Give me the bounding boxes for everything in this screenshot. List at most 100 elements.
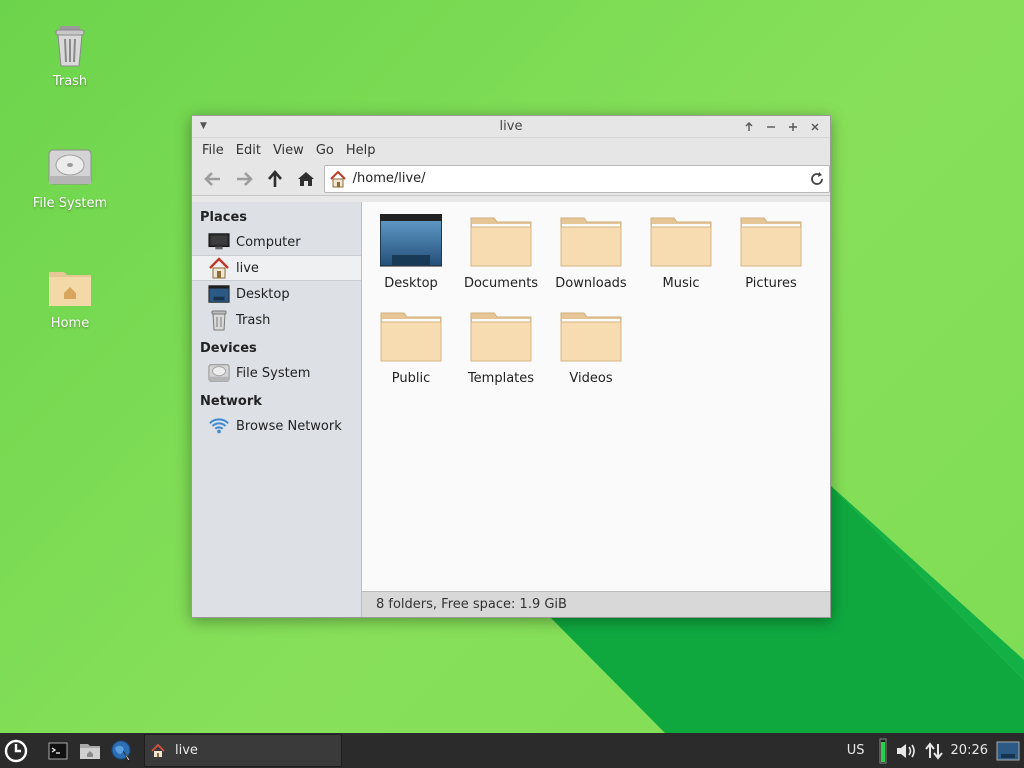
home-button[interactable]: [291, 164, 322, 194]
file-item-public[interactable]: Public: [366, 309, 456, 396]
arrow-left-icon: [204, 171, 221, 186]
battery-indicator[interactable]: [875, 733, 891, 768]
terminal-launcher[interactable]: [42, 733, 74, 768]
sidebar-item-label: Browse Network: [236, 418, 342, 434]
maximize-icon: [789, 123, 797, 131]
folder-icon: [740, 217, 802, 267]
web-browser-launcher[interactable]: [106, 733, 138, 768]
file-view[interactable]: Desktop Documents Downloads Music Pictur…: [362, 202, 830, 617]
drive-icon: [48, 149, 92, 185]
menu-help[interactable]: Help: [340, 143, 382, 158]
menubar: File Edit View Go Help: [192, 138, 830, 162]
file-item-pictures[interactable]: Pictures: [726, 214, 816, 301]
reload-icon: [811, 171, 823, 185]
menu-go[interactable]: Go: [310, 143, 340, 158]
menu-edit[interactable]: Edit: [230, 143, 267, 158]
show-desktop-icon: [996, 741, 1020, 760]
file-item-documents[interactable]: Documents: [456, 214, 546, 301]
folder-icon: [650, 217, 712, 267]
sidebar: Places Computer live Desktop Trash Devic…: [192, 202, 362, 617]
network-indicator[interactable]: [921, 733, 947, 768]
file-item-music[interactable]: Music: [636, 214, 726, 301]
desktop-icon-file-system[interactable]: File System: [20, 144, 120, 211]
home-icon: [151, 743, 165, 757]
close-icon: [811, 123, 819, 131]
sidebar-item-browse-network[interactable]: Browse Network: [192, 413, 361, 439]
sidebar-item-label: Desktop: [236, 286, 290, 302]
sidebar-heading-network: Network: [200, 394, 262, 409]
show-desktop-button[interactable]: [992, 733, 1024, 768]
sidebar-item-file-system[interactable]: File System: [192, 360, 361, 386]
sidebar-item-label: Trash: [236, 312, 271, 328]
sidebar-item-desktop[interactable]: Desktop: [192, 281, 361, 307]
taskbar-window-button[interactable]: live: [144, 734, 342, 767]
sidebar-item-label: Computer: [236, 234, 301, 250]
file-item-desktop[interactable]: Desktop: [366, 214, 456, 301]
app-menu-button[interactable]: [0, 733, 32, 768]
arrow-right-icon: [237, 171, 254, 186]
trash-icon: [211, 310, 227, 331]
folder-icon: [380, 312, 442, 362]
sidebar-item-computer[interactable]: Computer: [192, 229, 361, 255]
computer-icon: [208, 233, 230, 250]
taskbar-window-label: live: [175, 743, 198, 758]
file-item-videos[interactable]: Videos: [546, 309, 636, 396]
network-transfer-icon: [924, 741, 943, 760]
folder-icon: [470, 217, 532, 267]
maximize-button[interactable]: [784, 118, 802, 136]
sidebar-item-trash[interactable]: Trash: [192, 307, 361, 333]
desktop-icon-trash[interactable]: Trash: [20, 22, 120, 89]
taskbar: live US 20:26: [0, 733, 1024, 768]
desktop-icon: [208, 285, 230, 303]
sidebar-heading-places: Places: [200, 210, 248, 225]
desktop-icon-label: Trash: [52, 74, 88, 89]
file-item-label: Downloads: [555, 276, 627, 291]
volume-control[interactable]: [891, 733, 921, 768]
file-manager-window: ▼ live File Edit View Go Help /home/live…: [191, 115, 831, 618]
system-tray: US 20:26: [843, 733, 1024, 768]
folder-icon: [560, 312, 622, 362]
menu-file[interactable]: File: [196, 143, 230, 158]
file-item-label: Templates: [467, 371, 535, 386]
home-icon: [209, 257, 229, 279]
desktop-icon-home[interactable]: Home: [20, 264, 120, 331]
trash-icon: [55, 26, 85, 67]
parent-folder-button[interactable]: [260, 164, 291, 194]
folder-icon: [470, 312, 532, 362]
back-button[interactable]: [198, 164, 229, 194]
file-manager-launcher[interactable]: [74, 733, 106, 768]
file-item-templates[interactable]: Templates: [456, 309, 546, 396]
network-icon: [209, 418, 229, 434]
file-item-label: Documents: [463, 276, 539, 291]
file-item-downloads[interactable]: Downloads: [546, 214, 636, 301]
file-item-label: Desktop: [384, 276, 438, 291]
close-button[interactable]: [806, 118, 824, 136]
file-item-label: Videos: [569, 371, 613, 386]
keep-above-button[interactable]: [740, 118, 758, 136]
location-bar[interactable]: /home/live/: [323, 164, 831, 193]
sidebar-item-live[interactable]: live: [192, 255, 361, 281]
keyboard-layout-indicator[interactable]: US: [843, 733, 869, 768]
home-icon: [298, 171, 315, 186]
home-icon: [329, 170, 346, 187]
desktop-folder-icon: [380, 214, 442, 267]
reload-button[interactable]: [805, 171, 829, 186]
arrow-up-icon: [268, 169, 283, 187]
forward-button[interactable]: [229, 164, 260, 194]
minimize-button[interactable]: [762, 118, 780, 136]
menu-view[interactable]: View: [267, 143, 310, 158]
sidebar-item-label: live: [236, 260, 259, 276]
clock[interactable]: 20:26: [947, 733, 992, 768]
file-item-label: Pictures: [745, 276, 797, 291]
sidebar-heading-devices: Devices: [200, 341, 257, 356]
window-titlebar[interactable]: ▼ live: [192, 116, 830, 138]
location-path[interactable]: /home/live/: [353, 171, 805, 186]
file-item-label: Music: [662, 276, 700, 291]
speaker-icon: [896, 743, 915, 758]
status-text: 8 folders, Free space: 1.9 GiB: [376, 597, 567, 612]
app-menu-icon: [4, 739, 28, 762]
status-bar: 8 folders, Free space: 1.9 GiB: [362, 591, 830, 617]
sidebar-item-label: File System: [236, 365, 311, 381]
arrow-up-icon: [745, 122, 753, 131]
drive-icon: [208, 364, 230, 382]
